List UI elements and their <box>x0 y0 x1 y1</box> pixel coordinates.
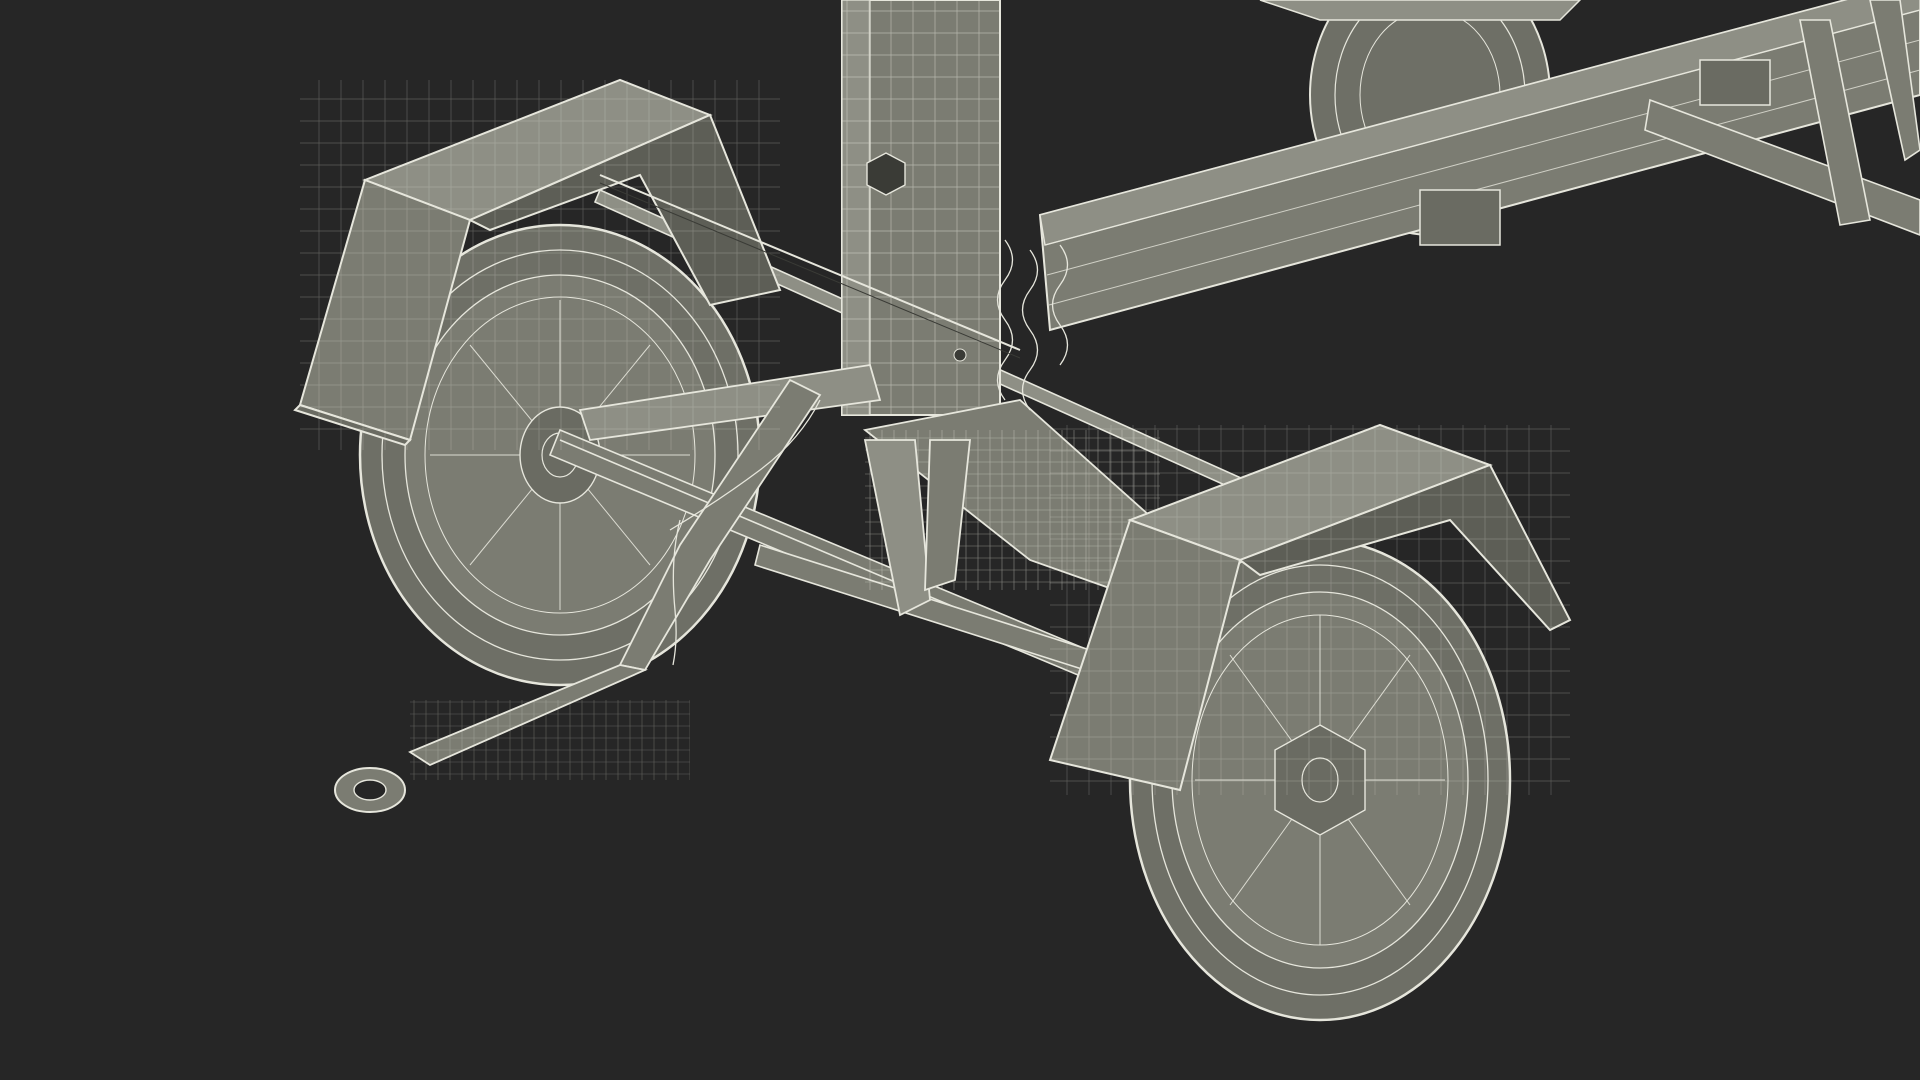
tow-ring <box>334 767 406 813</box>
post-hole <box>866 152 906 196</box>
trailer-wireframe-render <box>293 0 1920 1022</box>
left-fender <box>293 78 782 450</box>
right-fender <box>1048 423 1572 795</box>
render-viewport <box>0 0 1920 1080</box>
vertical-post <box>841 0 1001 416</box>
top-deck-edge <box>1259 0 1582 21</box>
